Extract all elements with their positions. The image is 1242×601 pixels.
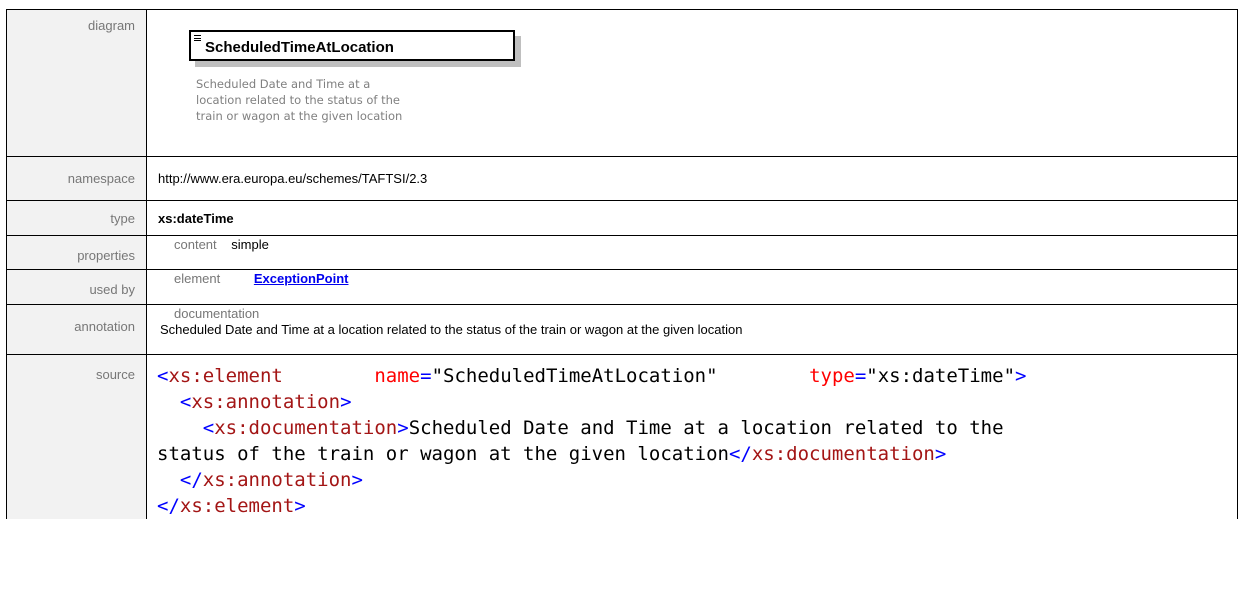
diagram-label: diagram xyxy=(6,9,147,157)
source-cell: <xs:element name="ScheduledTimeAtLocatio… xyxy=(146,354,1238,519)
annotation-label: annotation xyxy=(6,304,147,355)
properties-cell: content simple xyxy=(146,235,1238,270)
annotation-cell: documentation Scheduled Date and Time at… xyxy=(146,304,1238,355)
code-element-close-tag: xs:element xyxy=(179,495,295,517)
code-doc-text-2: status of the train or wagon at the give… xyxy=(157,443,729,465)
namespace-value: http://www.era.europa.eu/schemes/TAFTSI/… xyxy=(146,156,1238,201)
namespace-row: namespace http://www.era.europa.eu/schem… xyxy=(6,156,1238,201)
code-name-attr: name xyxy=(374,365,421,387)
code-documentation-close-tag: xs:documentation xyxy=(751,443,935,465)
code-type-value: "xs:dateTime" xyxy=(866,365,1016,387)
code-open-tag: xs:element xyxy=(168,365,283,387)
code-annotation-close-tag: xs:annotation xyxy=(202,469,352,491)
diagram-element-name: ScheduledTimeAtLocation xyxy=(205,39,394,56)
source-row: source <xs:element name="ScheduledTimeAt… xyxy=(6,354,1238,519)
type-label: type xyxy=(6,200,147,236)
type-row: type xs:dateTime xyxy=(6,200,1238,236)
exceptionpoint-link[interactable]: ExceptionPoint xyxy=(254,271,349,286)
diagram-doc-line: train or wagon at the given location xyxy=(196,109,403,123)
diagram-doc-line: Scheduled Date and Time at a xyxy=(196,77,371,91)
properties-row: properties content simple xyxy=(6,235,1238,270)
source-label: source xyxy=(6,354,147,519)
lines-icon xyxy=(194,35,201,41)
diagram-row: diagram ScheduledTimeAtLocation Schedule… xyxy=(6,9,1238,157)
properties-label: properties xyxy=(6,235,147,270)
element-box[interactable]: ScheduledTimeAtLocation xyxy=(189,30,515,61)
code-doc-text-1: Scheduled Date and Time at a location re… xyxy=(408,417,1004,439)
annotation-row: annotation documentation Scheduled Date … xyxy=(6,304,1238,355)
diagram-documentation: Scheduled Date and Time at a location re… xyxy=(196,76,416,124)
annotation-key: documentation xyxy=(174,306,260,321)
code-documentation-tag: xs:documentation xyxy=(214,417,398,439)
namespace-label: namespace xyxy=(6,156,147,201)
properties-value: simple xyxy=(231,237,269,252)
annotation-text: Scheduled Date and Time at a location re… xyxy=(160,322,743,337)
code-type-attr: type xyxy=(809,365,855,387)
diagram-doc-line: location related to the status of the xyxy=(196,93,400,107)
element-diagram: ScheduledTimeAtLocation xyxy=(189,30,525,70)
used-by-key: element xyxy=(174,271,221,286)
element-doc-table: diagram ScheduledTimeAtLocation Schedule… xyxy=(6,9,1238,519)
code-name-value: "ScheduledTimeAtLocation" xyxy=(431,365,718,387)
used-by-label: used by xyxy=(6,269,147,305)
diagram-cell: ScheduledTimeAtLocation Scheduled Date a… xyxy=(146,9,1238,157)
code-annotation-tag: xs:annotation xyxy=(191,391,341,413)
type-value: xs:dateTime xyxy=(146,200,1238,236)
used-by-cell: element ExceptionPoint xyxy=(146,269,1238,305)
properties-key: content xyxy=(174,237,217,252)
used-by-row: used by element ExceptionPoint xyxy=(6,269,1238,305)
source-code-block: <xs:element name="ScheduledTimeAtLocatio… xyxy=(157,365,1027,517)
